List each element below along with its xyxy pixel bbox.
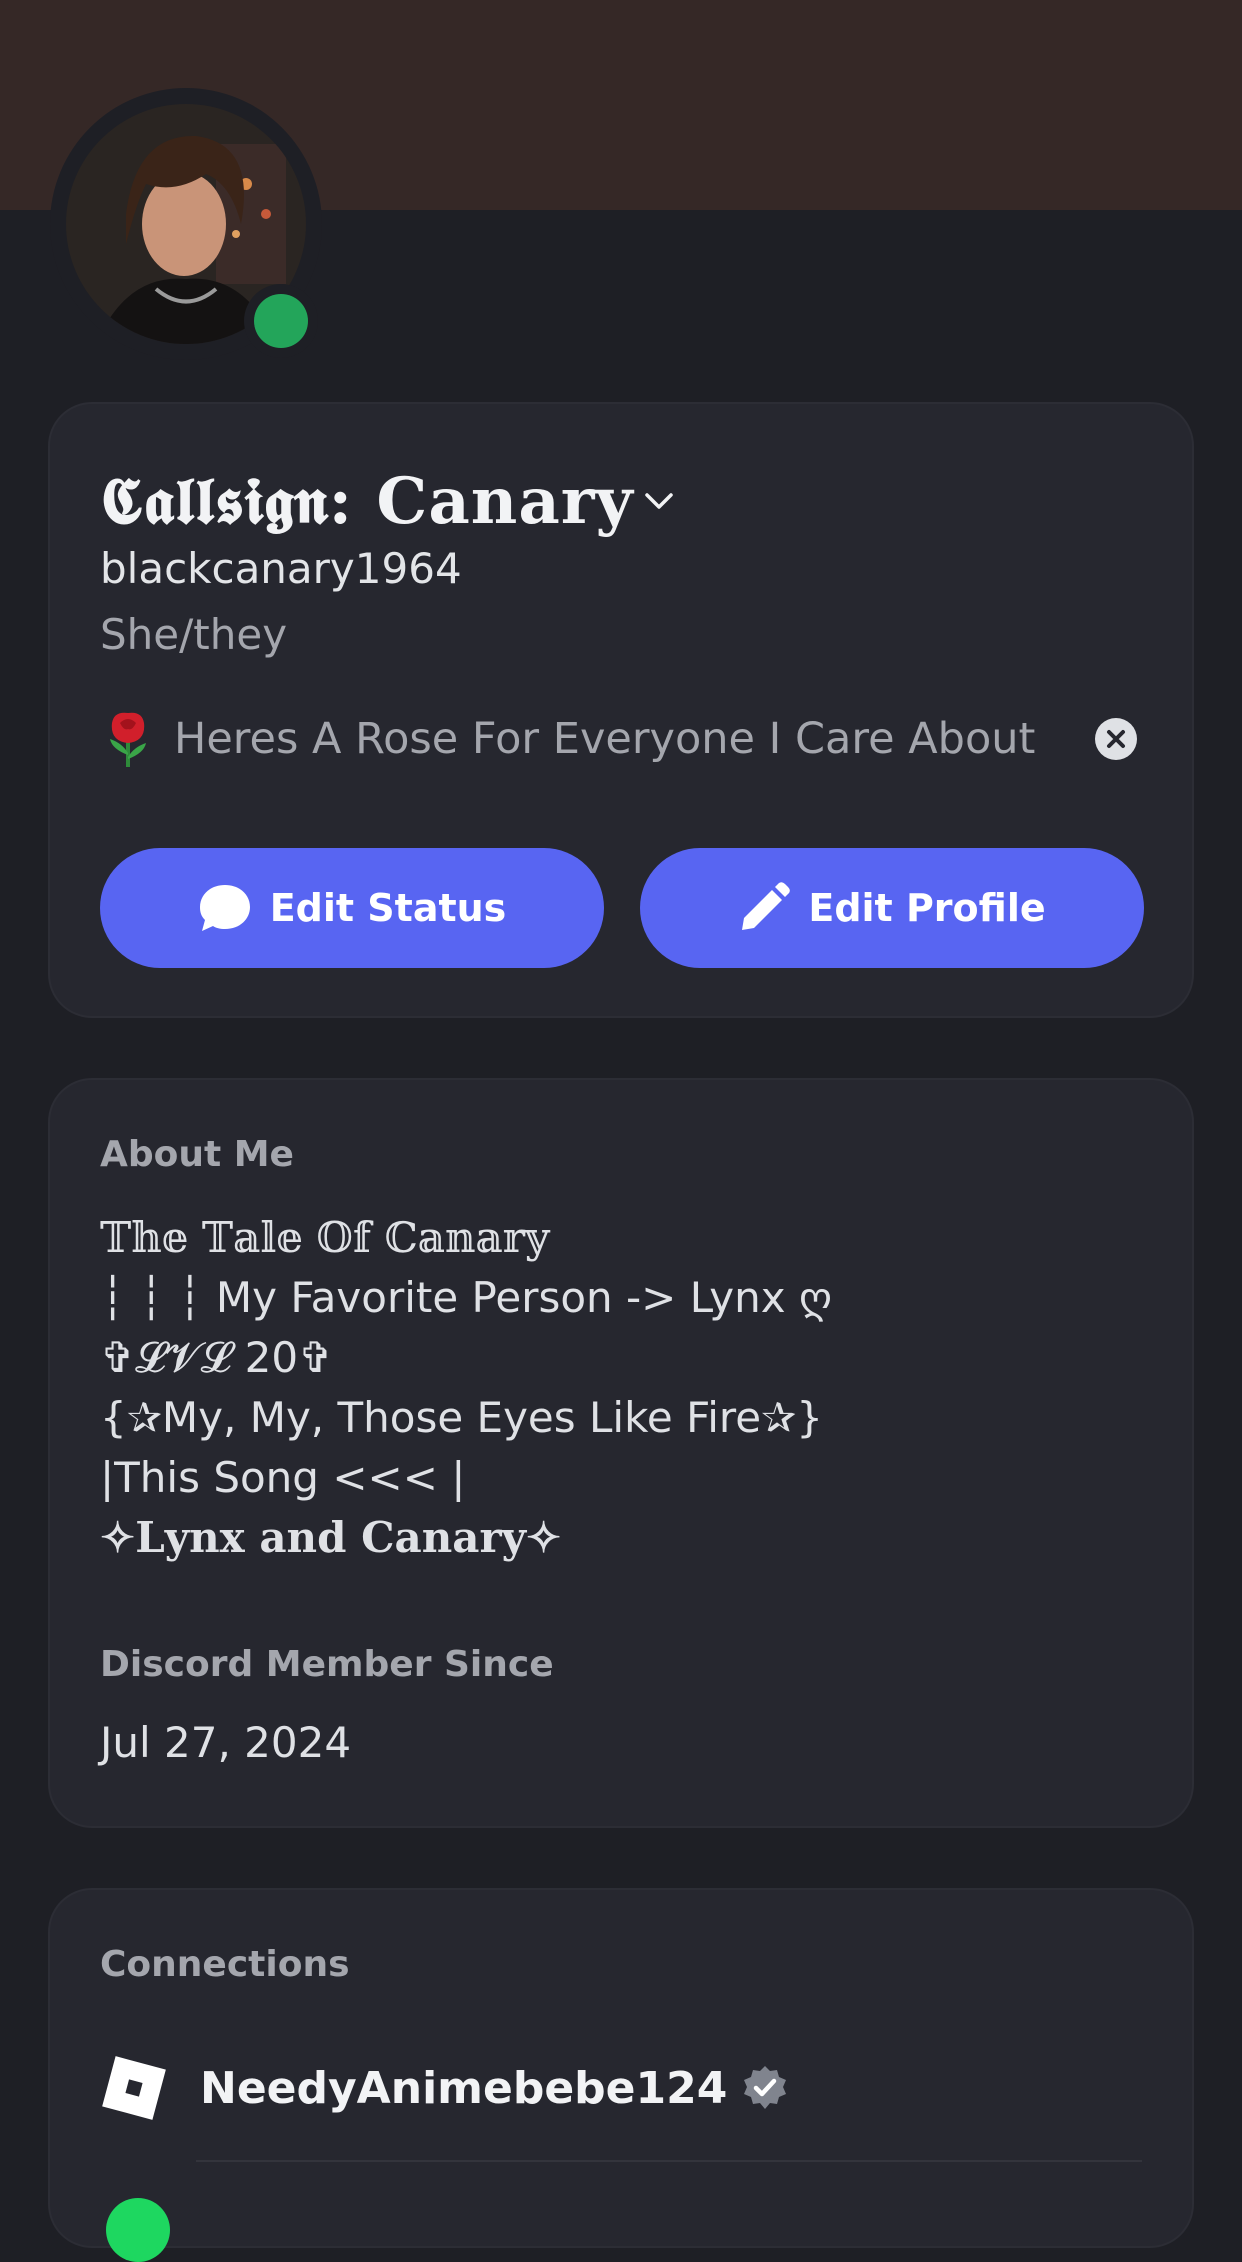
member-since-date: Jul 27, 2024 [100, 1718, 352, 1767]
about-line: {✰My, My, Those Eyes Like Fire✰} [100, 1393, 823, 1442]
custom-status[interactable]: Heres A Rose For Everyone I Care About [100, 704, 1142, 774]
about-card: About Me 𝕋𝕙𝕖 𝕋𝕒𝕝𝕖 𝕆𝕗 ℂ𝕒𝕟𝕒𝕣𝕪 ┆ ┆ ┆ My Fav… [48, 1078, 1194, 1828]
rose-icon [100, 709, 156, 769]
close-icon[interactable] [1094, 717, 1138, 761]
edit-status-button[interactable]: Edit Status [100, 848, 604, 968]
custom-status-text: Heres A Rose For Everyone I Care About [174, 714, 1036, 764]
divider [196, 2160, 1142, 2162]
online-status-dot [254, 294, 308, 348]
connections-heading: Connections [100, 1944, 350, 1985]
speech-bubble-icon [199, 885, 250, 931]
about-line: ✞𝓛𝓥𝓛 20✞ [100, 1333, 334, 1382]
edit-profile-label: Edit Profile [808, 886, 1046, 930]
about-line: ✧𝐋𝐲𝐧𝐱 𝐚𝐧𝐝 𝐂𝐚𝐧𝐚𝐫𝐲✧ [100, 1513, 562, 1562]
display-name: 𝕮𝖆𝖑𝖑𝖘𝖎𝖌𝖓: Canary [100, 463, 634, 539]
connections-card: Connections NeedyAnimebebe124 [48, 1888, 1194, 2262]
chevron-down-icon [644, 491, 674, 511]
about-me-text: 𝕋𝕙𝕖 𝕋𝕒𝕝𝕖 𝕆𝕗 ℂ𝕒𝕟𝕒𝕣𝕪 ┆ ┆ ┆ My Favorite Per… [100, 1208, 832, 1568]
roblox-icon [100, 2054, 168, 2122]
username: blackcanary1964 [100, 544, 462, 593]
connection-name: NeedyAnimebebe124 [200, 2062, 728, 2114]
pronouns: She/they [100, 610, 288, 659]
about-me-heading: About Me [100, 1134, 294, 1175]
display-name-button[interactable]: 𝕮𝖆𝖑𝖑𝖘𝖎𝖌𝖓: Canary [100, 456, 674, 546]
edit-profile-button[interactable]: Edit Profile [640, 848, 1144, 968]
verified-badge-icon [741, 2064, 789, 2112]
about-line: |This Song <<< | [100, 1453, 466, 1502]
edit-status-label: Edit Status [269, 886, 507, 930]
about-line: ┆ ┆ ┆ My Favorite Person -> Lynx ღ [100, 1273, 832, 1322]
member-since-heading: Discord Member Since [100, 1644, 554, 1685]
connection-item[interactable]: NeedyAnimebebe124 [100, 2050, 789, 2126]
about-line: 𝕋𝕙𝕖 𝕋𝕒𝕝𝕖 𝕆𝕗 ℂ𝕒𝕟𝕒𝕣𝕪 [100, 1213, 550, 1262]
pencil-icon [742, 882, 791, 930]
profile-card: 𝕮𝖆𝖑𝖑𝖘𝖎𝖌𝖓: Canary blackcanary1964 She/the… [48, 402, 1194, 1018]
